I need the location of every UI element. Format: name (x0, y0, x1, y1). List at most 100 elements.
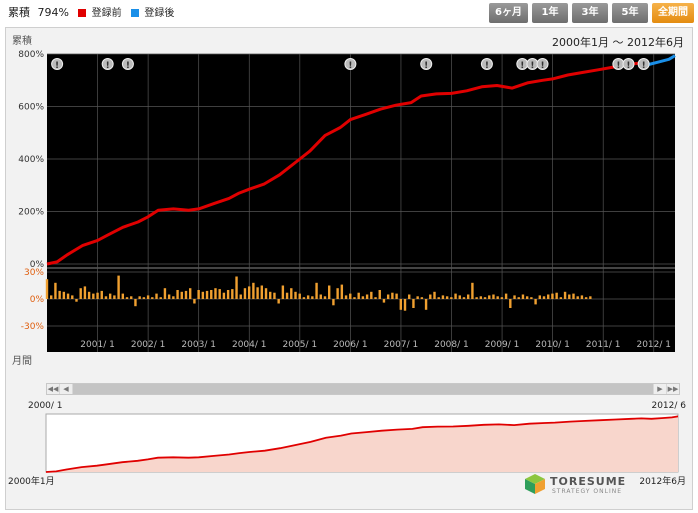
scroll-thumb[interactable] (73, 384, 653, 394)
monthly-bar (197, 290, 200, 299)
logo-cube-icon (525, 474, 545, 494)
x-tick-label: 2012/ 1 (636, 340, 671, 350)
monthly-bar (441, 295, 445, 299)
monthly-bar (104, 296, 108, 299)
range-3y-button[interactable]: 3年 (572, 3, 608, 23)
main-chart: 累積 月間 0%200%400%600%800%30%0%-30% !!!!!!… (12, 34, 676, 367)
legend-after-swatch (131, 9, 140, 17)
monthly-bar (395, 293, 398, 299)
range-scrollbar[interactable]: ◀◀ ◀ ▶ ▶▶ (46, 383, 680, 395)
monthly-bar (328, 285, 331, 299)
scroll-first-button[interactable]: ◀◀ (47, 384, 59, 394)
monthly-bar (424, 299, 428, 310)
legend-before-swatch (78, 9, 87, 17)
monthly-bar (83, 286, 87, 299)
monthly-bar (412, 299, 415, 308)
monthly-bar (167, 294, 171, 299)
monthly-bar (290, 288, 293, 299)
alert-icon-mark: ! (626, 61, 630, 71)
scroll-next-button[interactable]: ▶ (654, 384, 666, 394)
scroll-last-button[interactable]: ▶▶ (667, 384, 679, 394)
monthly-bar (163, 288, 167, 299)
range-all-button[interactable]: 全期間 (652, 3, 694, 23)
monthly-bar (210, 290, 213, 299)
range-6m-button[interactable]: 6ヶ月 (489, 3, 528, 23)
monthly-bar (517, 297, 520, 299)
monthly-bar (365, 294, 369, 299)
monthly-bar (306, 295, 310, 299)
x-tick-label: 2004/ 1 (232, 340, 267, 350)
monthly-bar (205, 290, 209, 299)
range-1y-button[interactable]: 1年 (532, 3, 568, 23)
monthly-bar (92, 293, 95, 299)
monthly-bar (500, 297, 504, 299)
monthly-bar (551, 293, 554, 299)
monthly-bar (534, 299, 537, 305)
monthly-bar (159, 297, 162, 299)
scroll-prev-button[interactable]: ◀ (60, 384, 72, 394)
monthly-bar (247, 286, 251, 299)
monthly-bar (576, 296, 579, 299)
cumulative-value: 794% (37, 6, 69, 19)
monthly-bar (235, 276, 238, 299)
monthly-bar (75, 299, 78, 302)
y-tick-label: 30% (24, 268, 44, 278)
monthly-bar (45, 279, 49, 299)
monthly-bar (193, 299, 196, 304)
monthly-bar (513, 295, 516, 299)
monthly-bar (454, 293, 457, 299)
monthly-bar (378, 290, 381, 299)
legend-before-label: 登録前 (91, 8, 122, 19)
alert-icon-mark: ! (126, 61, 130, 71)
monthly-bar (336, 288, 339, 299)
range-5y-button[interactable]: 5年 (612, 3, 648, 23)
y-tick-labels: 0%200%400%600%800%30%0%-30% (18, 50, 44, 332)
monthly-bar (471, 282, 474, 299)
legend-after: 登録後 (131, 4, 174, 19)
alert-icon-mark: ! (616, 61, 620, 71)
monthly-bar (370, 291, 373, 299)
cumulative-summary: 累積 794% 登録前 登録後 (8, 4, 174, 20)
top-axis-label: 累積 (12, 34, 32, 47)
monthly-bar (386, 294, 390, 299)
monthly-bar (58, 290, 61, 299)
alert-icon-mark: ! (348, 61, 352, 71)
y-tick-label: 200% (18, 208, 44, 218)
monthly-bar (416, 296, 419, 299)
monthly-bar (483, 297, 487, 299)
monthly-bar (530, 297, 533, 299)
monthly-bar (509, 299, 512, 308)
monthly-bar (450, 297, 453, 299)
overview-end-top: 2012/ 6 (651, 401, 686, 411)
monthly-bar (361, 296, 365, 299)
x-tick-label: 2002/ 1 (131, 340, 166, 350)
monthly-bar (273, 292, 276, 299)
alert-icon-mark: ! (106, 61, 110, 71)
monthly-bar (382, 299, 386, 303)
monthly-bar (433, 291, 436, 299)
monthly-bar (239, 294, 242, 299)
monthly-bar (277, 299, 280, 304)
monthly-bar (252, 282, 255, 299)
monthly-bar (563, 291, 567, 299)
monthly-bar (547, 294, 550, 299)
monthly-bar (66, 293, 70, 299)
monthly-bar (146, 295, 150, 299)
overview-chart[interactable] (6, 398, 694, 474)
y-tick-label: -30% (21, 322, 45, 332)
monthly-bar (462, 297, 466, 299)
monthly-bar (525, 296, 529, 299)
x-tick-label: 2010/ 1 (535, 340, 570, 350)
monthly-bar (319, 294, 322, 299)
alert-icon-mark: ! (424, 61, 428, 71)
monthly-bar (496, 296, 499, 299)
monthly-bar (62, 291, 66, 299)
overview-end-bottom: 2012年6月 (639, 477, 686, 487)
monthly-bar (475, 297, 478, 299)
bottom-axis-label: 月間 (12, 355, 32, 367)
x-tick-label: 2001/ 1 (80, 340, 115, 350)
monthly-bar (50, 295, 53, 299)
chart-panel: 累積 月間 0% 200% 400% 600% 800% 30% 0% -30% !!!!!!… (5, 27, 693, 510)
monthly-bar (231, 289, 234, 299)
monthly-bar (420, 297, 424, 299)
